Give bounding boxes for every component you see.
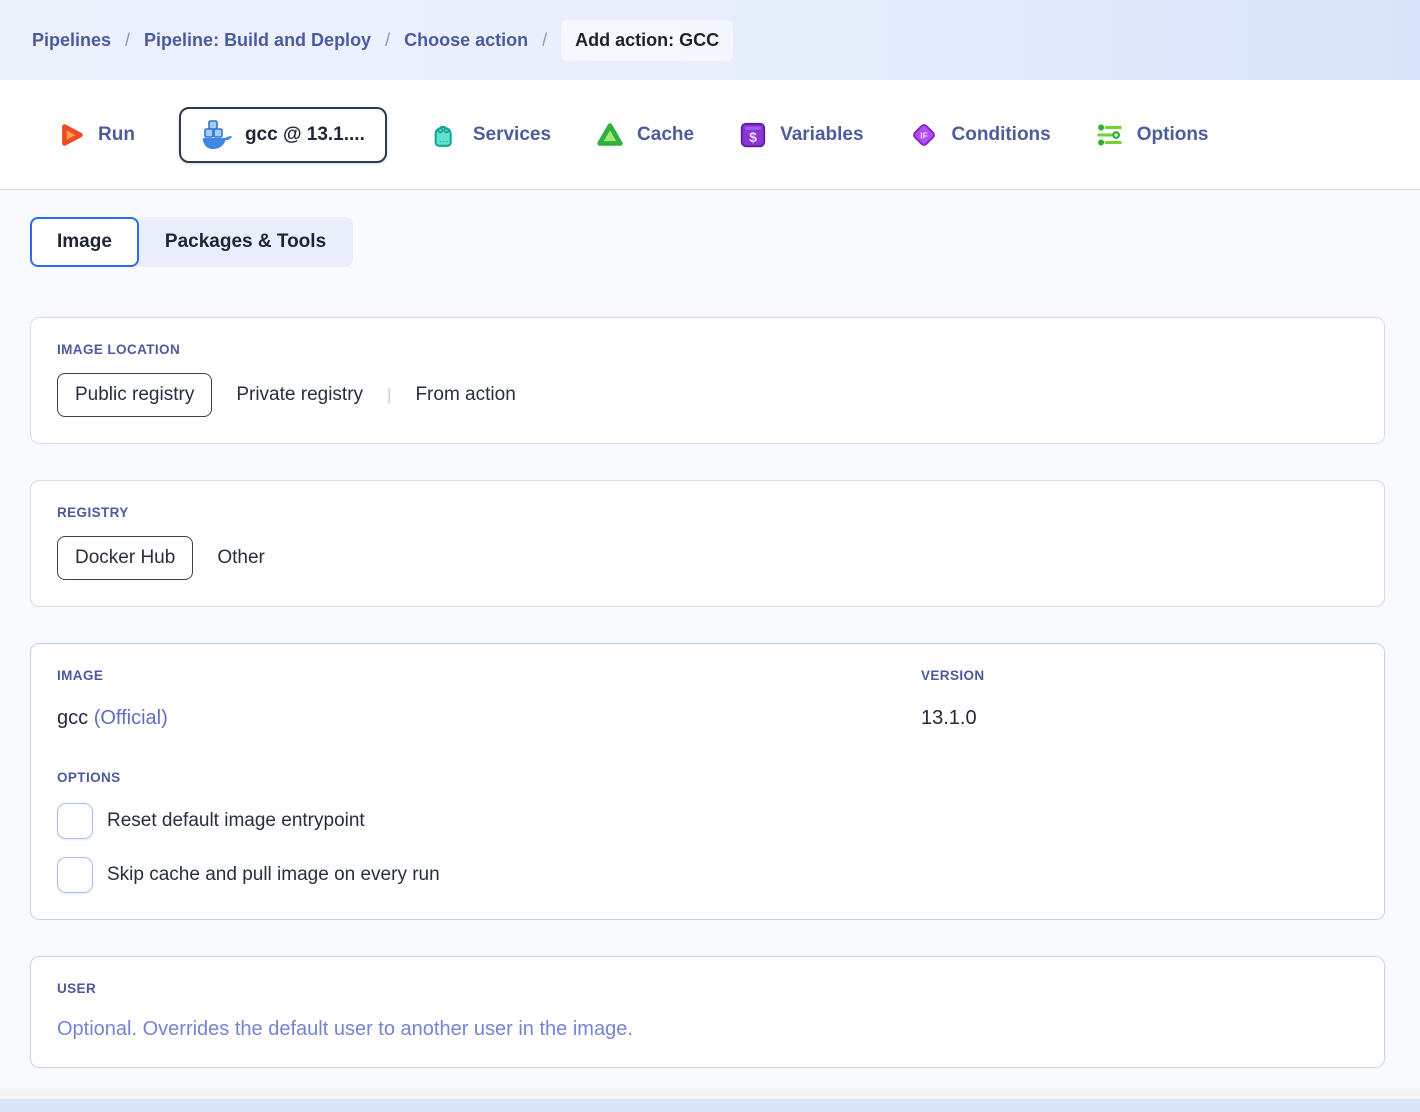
other-registry-option[interactable]: Other bbox=[217, 537, 265, 579]
options-sliders-icon bbox=[1095, 120, 1125, 150]
services-bag-icon bbox=[431, 120, 461, 150]
tab-gcc-image-active[interactable]: gcc @ 13.1.... bbox=[178, 106, 387, 163]
tab-image[interactable]: Image bbox=[30, 217, 139, 267]
options-label: Options bbox=[1136, 123, 1209, 145]
tab-services[interactable]: Services bbox=[431, 120, 551, 150]
tab-variables[interactable]: $ Variables bbox=[738, 120, 864, 150]
tab-conditions[interactable]: IF Conditions bbox=[908, 119, 1051, 151]
run-play-icon bbox=[56, 120, 86, 150]
user-card: USER Optional. Overrides the default use… bbox=[30, 956, 1385, 1068]
bottom-spacer bbox=[0, 1089, 1420, 1099]
registry-card: REGISTRY Docker Hub Other bbox=[30, 480, 1385, 607]
svg-text:$: $ bbox=[749, 129, 757, 145]
svg-text:IF: IF bbox=[920, 130, 928, 140]
version-column: VERSION 13.1.0 bbox=[921, 668, 1358, 730]
image-version-columns: IMAGE gcc (Official) VERSION 13.1.0 bbox=[57, 668, 1358, 730]
reset-entrypoint-checkbox[interactable] bbox=[57, 803, 93, 839]
options-heading: OPTIONS bbox=[57, 770, 121, 785]
option-divider: | bbox=[387, 385, 392, 404]
breadcrumb-separator: / bbox=[542, 29, 548, 50]
action-toolbar: Run gcc @ 13.1.... Services Cache $ Vari… bbox=[0, 80, 1420, 190]
breadcrumb: Pipelines / Pipeline: Build and Deploy /… bbox=[32, 19, 734, 61]
cache-triangle-icon bbox=[595, 120, 625, 150]
services-label: Services bbox=[472, 123, 552, 145]
variables-dollar-icon: $ bbox=[738, 120, 768, 150]
breadcrumb-choose-action[interactable]: Choose action bbox=[404, 30, 528, 51]
registry-heading: REGISTRY bbox=[57, 505, 129, 520]
skip-cache-checkbox[interactable] bbox=[57, 857, 93, 893]
tab-packages-tools[interactable]: Packages & Tools bbox=[132, 217, 354, 267]
breadcrumb-pipelines[interactable]: Pipelines bbox=[32, 30, 111, 51]
tab-options[interactable]: Options bbox=[1095, 120, 1209, 150]
version-heading: VERSION bbox=[921, 668, 985, 683]
user-heading: USER bbox=[57, 981, 97, 996]
cache-label: Cache bbox=[637, 123, 695, 145]
skip-cache-row[interactable]: Skip cache and pull image on every run bbox=[57, 857, 1358, 893]
version-value[interactable]: 13.1.0 bbox=[921, 707, 1358, 730]
breadcrumb-current-add-action-gcc: Add action: GCC bbox=[561, 19, 734, 61]
skip-cache-label: Skip cache and pull image on every run bbox=[107, 864, 440, 885]
breadcrumb-separator: / bbox=[125, 29, 131, 50]
image-location-card: IMAGE LOCATION Public registry Private r… bbox=[30, 317, 1385, 444]
breadcrumb-bar: Pipelines / Pipeline: Build and Deploy /… bbox=[0, 0, 1420, 80]
private-registry-option[interactable]: Private registry bbox=[236, 374, 363, 416]
conditions-if-icon: IF bbox=[908, 119, 940, 151]
breadcrumb-separator: / bbox=[385, 29, 391, 50]
bottom-strip bbox=[0, 1099, 1420, 1112]
action-settings-panel: Image Packages & Tools IMAGE LOCATION Pu… bbox=[0, 190, 1420, 1089]
image-location-heading: IMAGE LOCATION bbox=[57, 342, 181, 357]
user-input[interactable]: Optional. Overrides the default user to … bbox=[57, 1018, 1358, 1041]
registry-options: Docker Hub Other bbox=[57, 536, 1358, 580]
tab-cache[interactable]: Cache bbox=[595, 120, 694, 150]
image-heading: IMAGE bbox=[57, 668, 104, 683]
public-registry-option[interactable]: Public registry bbox=[57, 373, 213, 417]
conditions-label: Conditions bbox=[951, 123, 1051, 145]
official-badge-link[interactable]: (Official) bbox=[94, 707, 168, 729]
reset-entrypoint-row[interactable]: Reset default image entrypoint bbox=[57, 803, 1358, 839]
run-button[interactable]: Run bbox=[56, 120, 135, 150]
image-value-row: gcc (Official) bbox=[57, 707, 921, 730]
view-tabs: Image Packages & Tools bbox=[30, 217, 1385, 267]
image-card: IMAGE gcc (Official) VERSION 13.1.0 OPTI… bbox=[30, 643, 1385, 920]
docker-whale-icon bbox=[201, 119, 233, 151]
image-name: gcc bbox=[57, 707, 89, 729]
image-location-options: Public registry Private registry | From … bbox=[57, 373, 1358, 417]
gcc-tab-label: gcc @ 13.1.... bbox=[244, 123, 365, 145]
image-column: IMAGE gcc (Official) bbox=[57, 668, 921, 730]
from-action-option[interactable]: From action bbox=[415, 374, 515, 416]
docker-hub-option[interactable]: Docker Hub bbox=[57, 536, 194, 580]
run-label: Run bbox=[98, 123, 135, 145]
breadcrumb-pipeline-build-and-deploy[interactable]: Pipeline: Build and Deploy bbox=[144, 30, 371, 51]
reset-entrypoint-label: Reset default image entrypoint bbox=[107, 810, 365, 831]
gcc-action-config-page: Pipelines / Pipeline: Build and Deploy /… bbox=[0, 0, 1420, 1112]
variables-label: Variables bbox=[780, 123, 864, 145]
